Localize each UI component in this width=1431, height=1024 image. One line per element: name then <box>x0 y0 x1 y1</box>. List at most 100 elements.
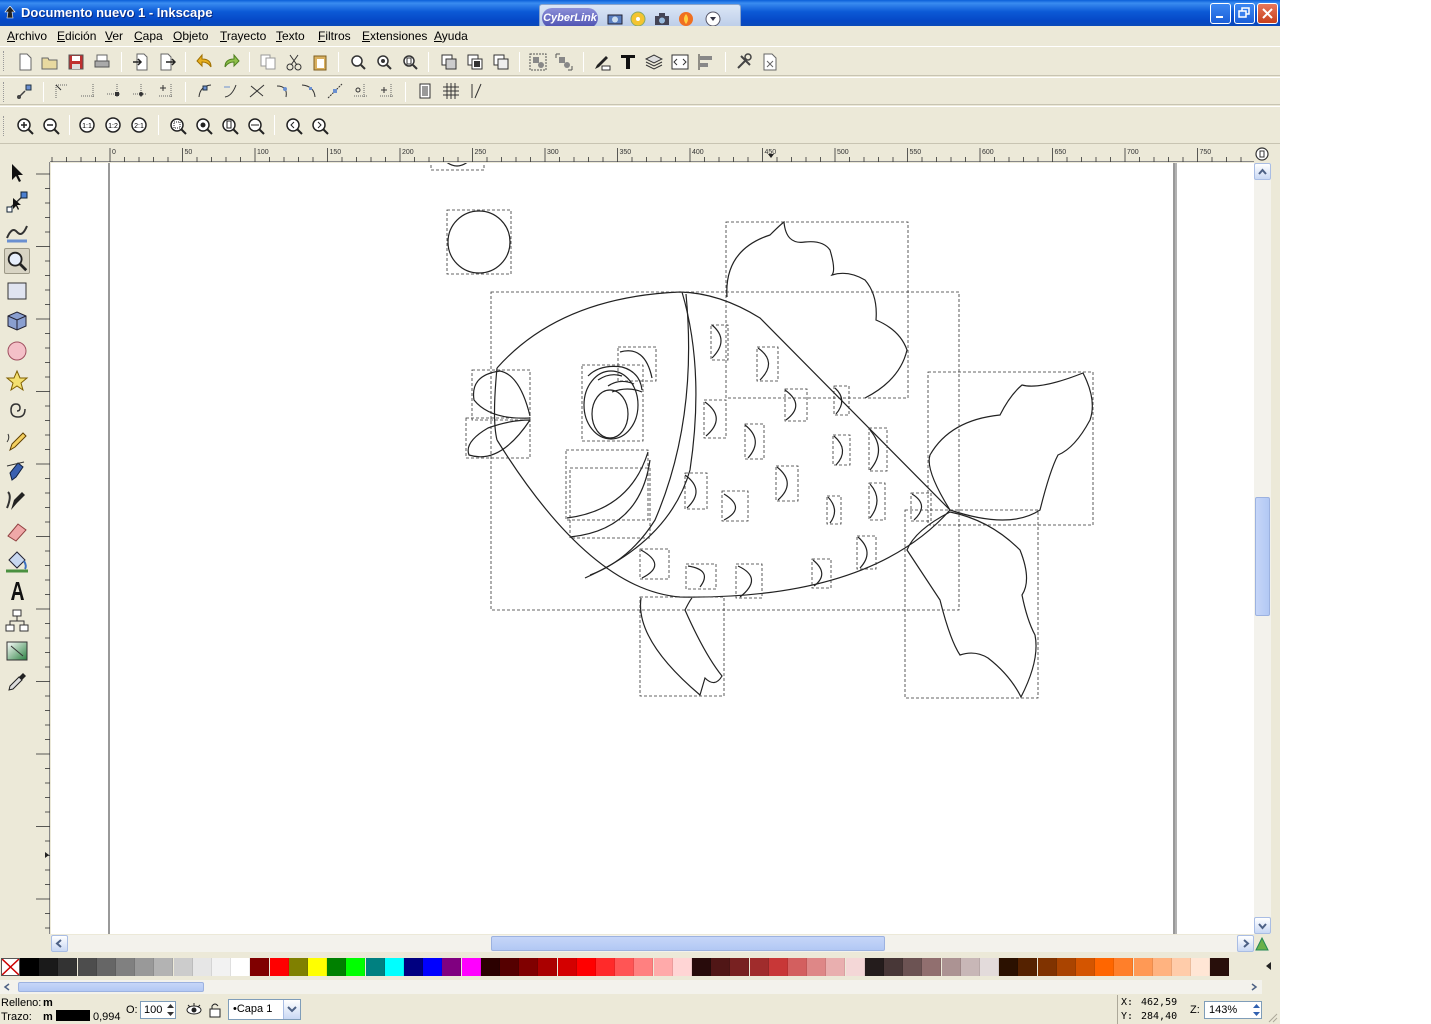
color-swatch[interactable] <box>154 958 174 976</box>
vertical-scroll-thumb[interactable] <box>1255 497 1270 616</box>
menu-archivo[interactable]: Archivo <box>7 29 47 43</box>
group-icon[interactable] <box>529 53 547 71</box>
color-swatch[interactable] <box>116 958 135 976</box>
snap-bbox-edge-icon[interactable] <box>79 82 97 100</box>
clone-icon[interactable] <box>466 53 484 71</box>
fill-stroke-icon[interactable] <box>593 53 611 71</box>
color-swatch[interactable] <box>826 958 846 976</box>
eraser-tool-icon[interactable] <box>4 518 30 544</box>
color-swatch[interactable] <box>288 958 308 976</box>
print-icon[interactable] <box>93 53 111 71</box>
unlink-clone-icon[interactable] <box>492 53 510 71</box>
color-swatch[interactable] <box>96 958 116 976</box>
color-swatch[interactable] <box>231 958 251 976</box>
snap-bbox-icon[interactable] <box>53 82 71 100</box>
color-swatch[interactable] <box>480 958 500 976</box>
color-swatch[interactable] <box>903 958 923 976</box>
zoom-fit-selection-icon[interactable] <box>169 117 187 135</box>
cut-icon[interactable] <box>285 53 303 71</box>
zoom-fit-page-icon[interactable] <box>221 117 239 135</box>
color-swatch[interactable] <box>576 958 596 976</box>
color-swatch[interactable] <box>1114 958 1134 976</box>
zoom-drawing-icon[interactable] <box>375 53 393 71</box>
pen-tool-icon[interactable] <box>4 458 30 484</box>
paint-bucket-tool-icon[interactable] <box>4 548 30 574</box>
connector-tool-icon[interactable] <box>4 608 30 634</box>
color-swatch[interactable] <box>423 958 443 976</box>
text-font-icon[interactable] <box>619 53 637 71</box>
spiral-tool-icon[interactable] <box>4 398 30 424</box>
toolbar-grip[interactable] <box>3 51 6 71</box>
zoom-selection-icon[interactable] <box>349 53 367 71</box>
menu-edicion[interactable]: Edición <box>57 29 96 43</box>
lock-icon[interactable] <box>207 1001 223 1019</box>
import-icon[interactable] <box>132 53 150 71</box>
color-swatch[interactable] <box>960 958 980 976</box>
color-swatch[interactable] <box>922 958 942 976</box>
opacity-spinbox[interactable]: 100 <box>140 1001 176 1019</box>
color-swatch[interactable] <box>653 958 673 976</box>
snap-nodes-icon[interactable] <box>196 82 214 100</box>
color-swatch[interactable] <box>864 958 884 976</box>
palette-menu-arrow-icon[interactable] <box>1265 961 1273 971</box>
color-swatch[interactable] <box>135 958 155 976</box>
color-swatch[interactable] <box>77 958 97 976</box>
zoom-1-2-icon[interactable]: 1:2 <box>105 117 123 135</box>
color-swatch[interactable] <box>749 958 769 976</box>
no-color-swatch[interactable] <box>1 958 20 976</box>
snap-rotation-center-icon[interactable] <box>352 82 370 100</box>
color-swatch[interactable] <box>327 958 347 976</box>
dropper-tool-icon[interactable] <box>4 668 30 694</box>
zoom-corner-button[interactable] <box>1254 146 1271 163</box>
color-swatch[interactable] <box>999 958 1019 976</box>
node-tool-icon[interactable] <box>4 189 30 215</box>
preferences-icon[interactable] <box>735 53 753 71</box>
color-swatch[interactable] <box>308 958 327 976</box>
horizontal-scrollbar[interactable] <box>51 935 1254 952</box>
color-swatch[interactable] <box>500 958 519 976</box>
document-properties-icon[interactable] <box>761 53 779 71</box>
zoom-next-icon[interactable] <box>311 117 329 135</box>
layers-icon[interactable] <box>645 53 663 71</box>
redo-icon[interactable] <box>222 53 240 71</box>
palette-scroll-thumb[interactable] <box>18 982 204 992</box>
zoom-previous-icon[interactable] <box>285 117 303 135</box>
snap-bbox-corner-icon[interactable] <box>105 82 123 100</box>
toolbar-grip[interactable] <box>3 116 6 136</box>
color-swatch[interactable] <box>884 958 903 976</box>
ungroup-icon[interactable] <box>555 53 573 71</box>
color-swatch[interactable] <box>711 958 731 976</box>
color-swatch[interactable] <box>788 958 807 976</box>
xml-editor-icon[interactable] <box>671 53 689 71</box>
color-swatch[interactable] <box>1018 958 1038 976</box>
color-swatch[interactable] <box>269 958 289 976</box>
snap-enable-icon[interactable] <box>16 82 34 100</box>
color-swatch[interactable] <box>1037 958 1057 976</box>
color-swatch[interactable] <box>807 958 827 976</box>
color-swatch[interactable] <box>845 958 865 976</box>
color-swatch[interactable] <box>1210 958 1230 976</box>
stroke-width-value[interactable]: 0,994 <box>93 1011 121 1023</box>
color-swatch[interactable] <box>1056 958 1076 976</box>
paste-icon[interactable] <box>311 53 329 71</box>
layer-select[interactable]: •Capa 1 <box>228 999 301 1020</box>
color-swatch[interactable] <box>58 958 78 976</box>
color-swatch[interactable] <box>1095 958 1115 976</box>
gradient-tool-icon[interactable] <box>4 638 30 664</box>
menu-objeto[interactable]: Objeto <box>173 29 208 43</box>
menu-filtros[interactable]: Filtros <box>318 29 351 43</box>
menu-capa[interactable]: Capa <box>134 29 163 43</box>
resize-grip-icon[interactable] <box>1266 1011 1278 1023</box>
vertical-scrollbar[interactable] <box>1254 163 1271 934</box>
calligraphy-tool-icon[interactable] <box>4 488 30 514</box>
star-tool-icon[interactable] <box>4 368 30 394</box>
stroke-value[interactable]: m <box>43 1011 53 1023</box>
scroll-right-button[interactable] <box>1237 935 1254 952</box>
color-swatch[interactable] <box>634 958 654 976</box>
undo-icon[interactable] <box>196 53 214 71</box>
color-swatch[interactable] <box>692 958 711 976</box>
color-swatch[interactable] <box>519 958 539 976</box>
toolbar-grip[interactable] <box>3 82 6 102</box>
zoom-1-1-icon[interactable]: 1:1 <box>79 117 97 135</box>
zoom-fit-width-icon[interactable] <box>247 117 265 135</box>
